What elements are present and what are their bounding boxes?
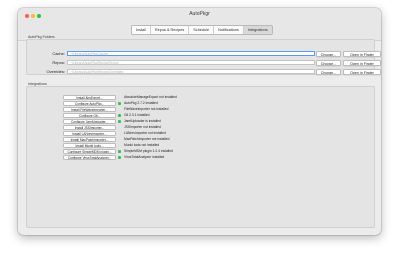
integration-status: AbsoluteManageExport not installed xyxy=(124,95,177,99)
installed-status-dot xyxy=(118,150,121,153)
integration-status: JamfUploader is installed xyxy=(124,119,161,123)
app-window: AutoPkgr Install Repos & Recipes Schedul… xyxy=(18,8,381,235)
integration-status: VirusTotalAnalyzer installed xyxy=(124,155,165,159)
tab-notifications[interactable]: Notifications xyxy=(214,26,244,34)
overrides-choose-button[interactable]: Choose... xyxy=(316,68,341,75)
configure-virustotalanalyzer-button[interactable]: Configure VirusTotalAnalyzer... xyxy=(63,155,116,160)
window-title: AutoPkgr xyxy=(189,11,210,17)
tab-integrations[interactable]: Integrations xyxy=(243,26,272,34)
integration-status: Git 2.3.1 installed xyxy=(124,113,150,117)
install-macpatchimporter-button[interactable]: Install MacPatchImporter... xyxy=(63,137,116,142)
installed-status-dot xyxy=(118,102,121,105)
install-jssimporter-button[interactable]: Install JSSImporter... xyxy=(63,125,116,130)
cache-choose-button[interactable]: Choose... xyxy=(316,50,341,57)
overrides-open-finder-button[interactable]: Open in Finder xyxy=(343,68,381,75)
tab-repos-recipes[interactable]: Repos & Recipes xyxy=(151,26,190,34)
tab-schedule[interactable]: Schedule xyxy=(189,26,215,34)
cache-field[interactable]: ~/Library/AutoPkg/Cache xyxy=(67,51,315,56)
overrides-label: Overrides: xyxy=(46,69,65,74)
integration-status: MacPatchImporter not installed xyxy=(124,137,170,141)
installed-status-dot xyxy=(118,120,121,123)
tab-install[interactable]: Install xyxy=(132,26,151,34)
install-lanrevimporter-button[interactable]: Install LANrevImporter... xyxy=(63,131,116,136)
repos-label: Repos: xyxy=(52,60,65,65)
configure-autopkg-button[interactable]: Configure AutoPkg... xyxy=(63,101,116,106)
integration-status: Munki tools not installed xyxy=(124,143,160,147)
configure-simplemdm-plugin-button[interactable]: Configure SimpleMDM plugin... xyxy=(63,149,116,154)
install-munki-tools-button[interactable]: Install Munki tools... xyxy=(63,143,116,148)
installed-status-dot xyxy=(118,114,121,117)
overrides-field[interactable]: ~/Library/AutoPkg/RecipeOverrides xyxy=(67,69,315,74)
repos-choose-button[interactable]: Choose... xyxy=(316,59,341,66)
installed-status-dot xyxy=(118,156,121,159)
integration-status: FileWaveImporter not installed xyxy=(124,107,169,111)
cache-open-finder-button[interactable]: Open in Finder xyxy=(343,50,381,57)
cache-label: Cache: xyxy=(52,51,65,56)
integrations-box: Install AbsExport... AbsoluteManageExpor… xyxy=(26,86,375,228)
repos-field[interactable]: ~/Library/AutoPkg/RecipeRepos xyxy=(67,60,315,65)
integration-status: SimpleMDM plugin 1.2.4 installed xyxy=(124,149,173,153)
install-absexport-button[interactable]: Install AbsExport... xyxy=(63,95,116,100)
configure-jamfuploader-button[interactable]: Configure JamfUploader... xyxy=(63,119,116,124)
integration-status: AutoPkg 2.7.2 installed xyxy=(124,101,158,105)
folders-box: Cache: ~/Library/AutoPkg/Cache Choose...… xyxy=(26,39,381,75)
repos-open-finder-button[interactable]: Open in Finder xyxy=(343,59,381,66)
integration-status: LANrevImporter not installed xyxy=(124,131,166,135)
install-filewaveimporter-button[interactable]: Install FileWaveImporter... xyxy=(63,107,116,112)
configure-git-button[interactable]: Configure Git... xyxy=(63,113,116,118)
integration-status: JSSImporter not installed xyxy=(124,125,161,129)
tab-bar: Install Repos & Recipes Schedule Notific… xyxy=(131,25,273,35)
